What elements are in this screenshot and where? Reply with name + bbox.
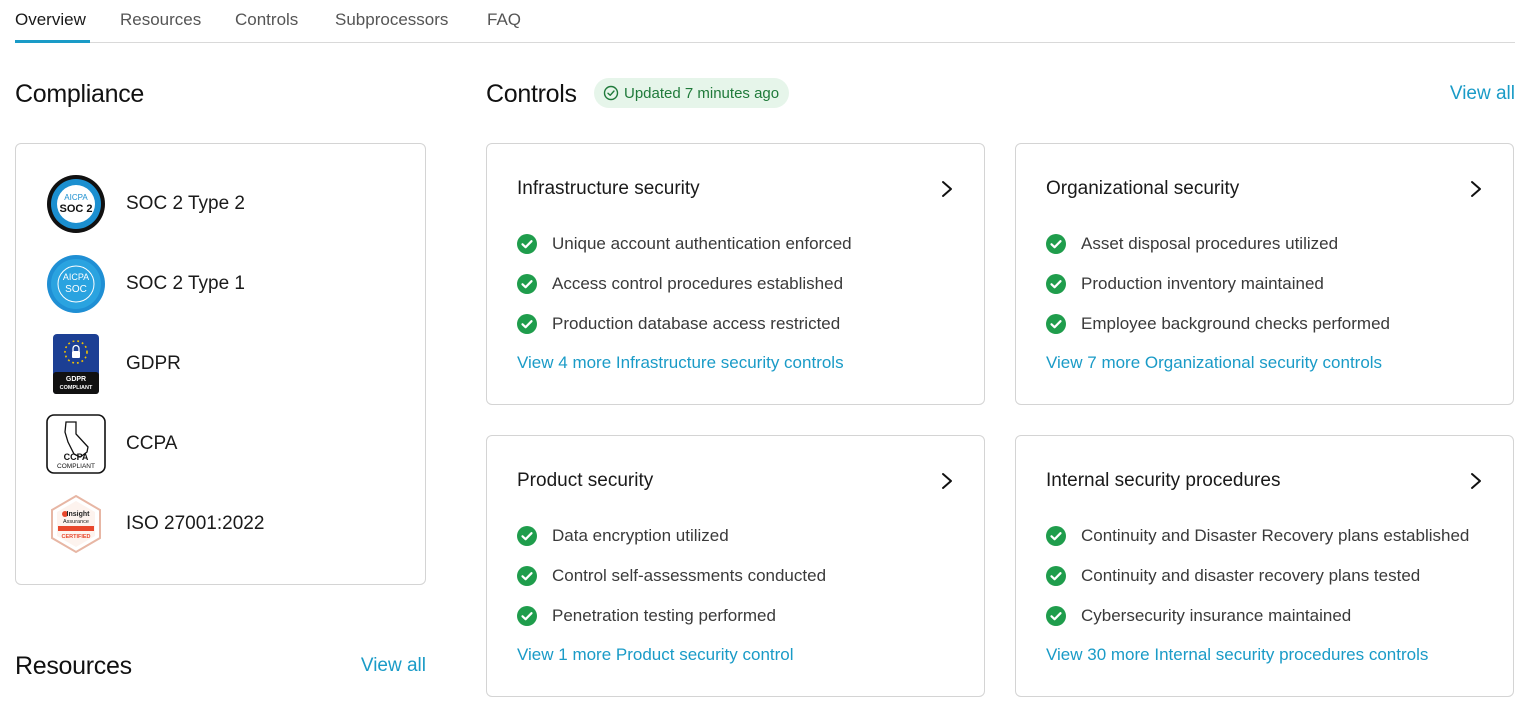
check-circle-filled-icon xyxy=(1046,234,1066,254)
control-item-label: Cybersecurity insurance maintained xyxy=(1081,606,1352,625)
aicpa-text: AICPA xyxy=(63,272,89,282)
tab-faq[interactable]: FAQ xyxy=(487,10,521,30)
chevron-right-icon[interactable] xyxy=(1469,180,1483,198)
updated-status-badge: Updated 7 minutes ago xyxy=(594,78,790,108)
check-circle-filled-icon xyxy=(517,526,537,546)
controls-view-all-link[interactable]: View all xyxy=(1450,83,1515,105)
control-item-label: Production inventory maintained xyxy=(1081,274,1324,293)
control-item-label: Continuity and disaster recovery plans t… xyxy=(1081,566,1421,585)
compliance-item-iso[interactable]: Insight Assurance CERTIFIED ISO 27001:20… xyxy=(46,494,406,554)
controls-title: Controls xyxy=(486,80,577,108)
ccpa-text: CCPA xyxy=(64,452,89,462)
card-title: Organizational security xyxy=(1046,178,1240,199)
control-item-label: Unique account authentication enforced xyxy=(552,234,852,253)
controls-card-product-security[interactable]: Product security Data encryption utilize… xyxy=(486,435,985,697)
compliance-label: CCPA xyxy=(126,433,178,454)
compliance-item-soc2-type1[interactable]: AICPA SOC SOC 2 Type 1 xyxy=(46,254,406,314)
aicpa-soc2-icon: AICPA SOC 2 xyxy=(47,175,105,233)
control-item: Continuity and disaster recovery plans t… xyxy=(1046,565,1486,587)
control-item-label: Continuity and Disaster Recovery plans e… xyxy=(1081,526,1470,545)
control-item-label: Penetration testing performed xyxy=(552,606,776,625)
control-item: Cybersecurity insurance maintained xyxy=(1046,605,1486,627)
control-item: Production inventory maintained xyxy=(1046,273,1486,295)
ccpa-compliant-text: COMPLIANT xyxy=(57,463,95,470)
card-title: Infrastructure security xyxy=(517,178,700,199)
insight-text: Insight xyxy=(67,511,91,518)
compliance-label: GDPR xyxy=(126,353,181,374)
control-item-label: Production database access restricted xyxy=(552,314,841,333)
gdpr-compliant-text: COMPLIANT xyxy=(60,385,93,391)
control-item: Control self-assessments conducted xyxy=(517,565,957,587)
view-more-controls-link[interactable]: View 7 more Organizational security cont… xyxy=(1046,353,1382,373)
aicpa-soc-icon: AICPA SOC xyxy=(47,255,105,313)
certified-text: CERTIFIED xyxy=(61,534,90,540)
compliance-title: Compliance xyxy=(15,80,145,108)
updated-status-text: Updated 7 minutes ago xyxy=(624,84,780,102)
chevron-right-icon[interactable] xyxy=(940,180,954,198)
control-item: Penetration testing performed xyxy=(517,605,957,627)
card-title: Product security xyxy=(517,470,654,491)
aicpa-text: AICPA xyxy=(64,193,88,202)
compliance-item-soc2-type2[interactable]: AICPA SOC 2 SOC 2 Type 2 xyxy=(46,174,406,234)
control-item: Continuity and Disaster Recovery plans e… xyxy=(1046,525,1486,547)
active-tab-indicator xyxy=(15,40,90,43)
view-more-controls-link[interactable]: View 4 more Infrastructure security cont… xyxy=(517,353,844,373)
resources-view-all-link[interactable]: View all xyxy=(361,655,426,677)
control-item-label: Control self-assessments conducted xyxy=(552,566,827,585)
check-circle-filled-icon xyxy=(517,566,537,586)
controls-card-organizational-security[interactable]: Organizational security Asset disposal p… xyxy=(1015,143,1514,405)
tab-resources[interactable]: Resources xyxy=(120,10,201,30)
compliance-label: SOC 2 Type 1 xyxy=(126,273,245,294)
compliance-panel: AICPA SOC 2 SOC 2 Type 2 AICPA SOC SOC 2… xyxy=(15,143,426,585)
check-circle-filled-icon xyxy=(1046,566,1066,586)
chevron-right-icon[interactable] xyxy=(940,472,954,490)
control-item: Access control procedures established xyxy=(517,273,957,295)
check-circle-filled-icon xyxy=(517,606,537,626)
tab-controls[interactable]: Controls xyxy=(235,10,298,30)
check-circle-filled-icon xyxy=(1046,606,1066,626)
tab-overview[interactable]: Overview xyxy=(15,10,86,30)
soc-text: SOC xyxy=(65,284,87,295)
controls-card-internal-security-procedures[interactable]: Internal security procedures Continuity … xyxy=(1015,435,1514,697)
control-item-label: Data encryption utilized xyxy=(552,526,729,545)
card-title: Internal security procedures xyxy=(1046,470,1281,491)
control-item: Data encryption utilized xyxy=(517,525,957,547)
chevron-right-icon[interactable] xyxy=(1469,472,1483,490)
gdpr-text: GDPR xyxy=(66,376,86,383)
check-circle-filled-icon xyxy=(517,234,537,254)
control-item: Production database access restricted xyxy=(517,313,957,335)
gdpr-compliant-icon: GDPR COMPLIANT xyxy=(53,334,99,394)
control-item: Asset disposal procedures utilized xyxy=(1046,233,1486,255)
control-item: Unique account authentication enforced xyxy=(517,233,957,255)
assurance-text: Assurance xyxy=(63,519,89,525)
controls-card-infrastructure-security[interactable]: Infrastructure security Unique account a… xyxy=(486,143,985,405)
check-circle-icon xyxy=(603,85,619,101)
check-circle-filled-icon xyxy=(517,314,537,334)
check-circle-filled-icon xyxy=(1046,274,1066,294)
check-circle-filled-icon xyxy=(517,274,537,294)
check-circle-filled-icon xyxy=(1046,314,1066,334)
resources-title: Resources xyxy=(15,652,132,680)
compliance-item-gdpr[interactable]: GDPR COMPLIANT GDPR xyxy=(46,334,406,394)
control-item: Employee background checks performed xyxy=(1046,313,1486,335)
control-item-label: Asset disposal procedures utilized xyxy=(1081,234,1339,253)
compliance-item-ccpa[interactable]: CCPA COMPLIANT CCPA xyxy=(46,414,406,474)
insight-assurance-certified-icon: Insight Assurance CERTIFIED xyxy=(51,494,101,554)
view-more-controls-link[interactable]: View 1 more Product security control xyxy=(517,645,794,665)
view-more-controls-link[interactable]: View 30 more Internal security procedure… xyxy=(1046,645,1428,665)
ccpa-compliant-icon: CCPA COMPLIANT xyxy=(46,414,106,474)
tab-bar: Overview Resources Controls Subprocessor… xyxy=(15,0,1515,43)
control-item-label: Access control procedures established xyxy=(552,274,844,293)
tab-subprocessors[interactable]: Subprocessors xyxy=(335,10,448,30)
soc2-text: SOC 2 xyxy=(59,203,92,215)
control-item-label: Employee background checks performed xyxy=(1081,314,1390,333)
compliance-label: SOC 2 Type 2 xyxy=(126,193,245,214)
compliance-label: ISO 27001:2022 xyxy=(126,513,265,534)
check-circle-filled-icon xyxy=(1046,526,1066,546)
